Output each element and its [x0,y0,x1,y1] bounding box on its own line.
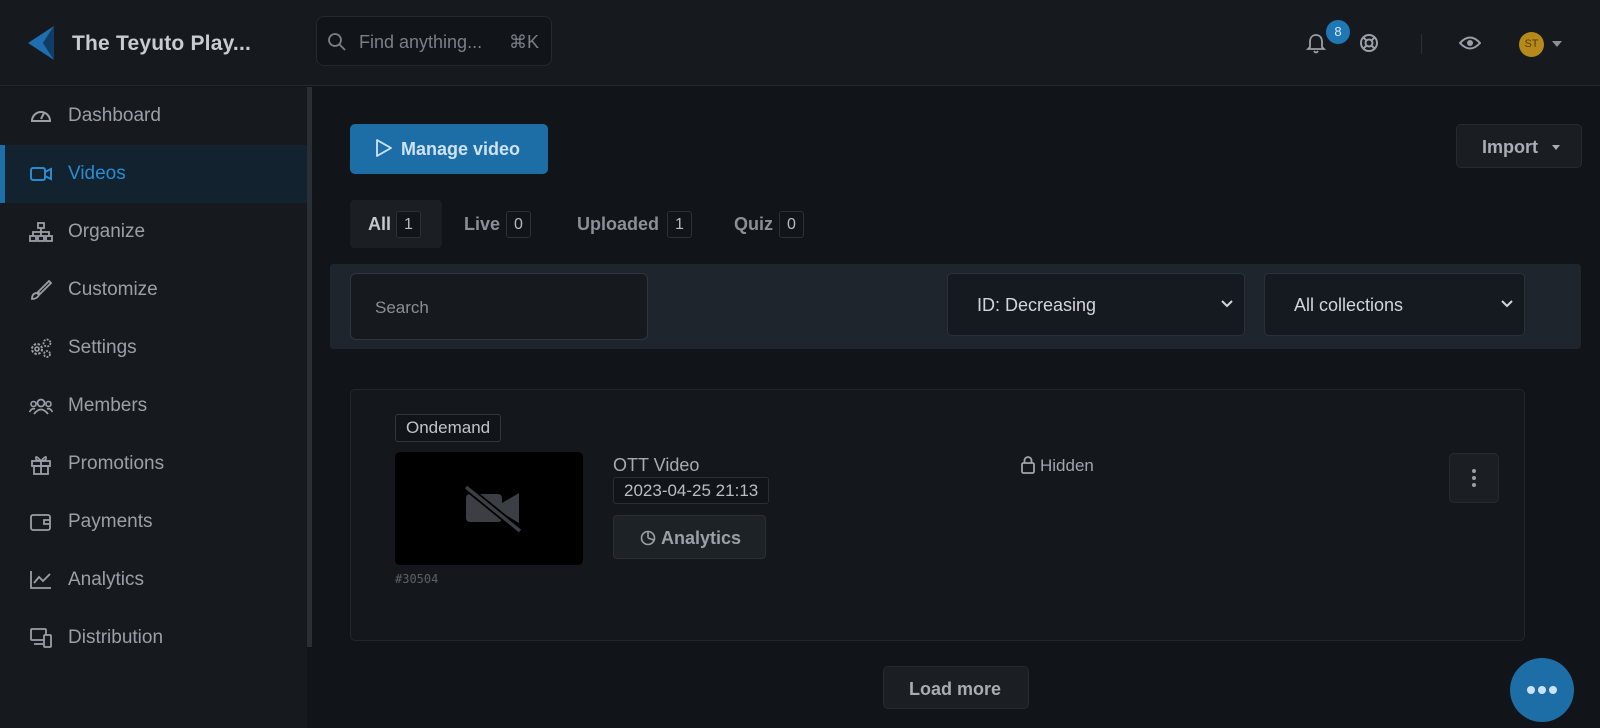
video-title[interactable]: OTT Video [613,455,699,476]
brand-name[interactable]: The Teyuto Play... [72,32,251,56]
sidebar-item-label: Payments [68,511,153,532]
brand-logo-icon[interactable] [26,24,56,62]
sidebar-item-payments[interactable]: Payments [0,493,307,551]
tab-count: 1 [667,211,692,238]
sidebar-item-settings[interactable]: Settings [0,319,307,377]
sidebar-item-analytics[interactable]: Analytics [0,551,307,609]
video-date: 2023-04-25 21:13 [613,477,770,504]
tab-label: Quiz [734,214,773,234]
video-id: #30504 [395,572,439,586]
lifebuoy-icon[interactable] [1359,33,1379,53]
sidebar-item-promotions[interactable]: Promotions [0,435,307,493]
search-icon [328,33,346,51]
sidebar-item-label: Customize [68,279,158,300]
sidebar-item-label: Members [68,395,148,416]
sidebar-item-dashboard[interactable]: Dashboard [0,87,307,145]
caret-down-icon [1552,145,1560,150]
tab-count: 1 [396,211,421,238]
chevron-down-icon [1501,300,1513,308]
brush-icon [31,279,53,300]
import-label: Import [1482,137,1538,157]
tab-label: Uploaded [577,214,660,234]
load-more-button[interactable]: Load more [883,666,1029,709]
top-bar: The Teyuto Play... Find anything... ⌘K 8… [0,0,1600,86]
avatar[interactable]: ST [1519,32,1544,57]
sidebar-item-label: Distribution [68,627,164,648]
search-shortcut: ⌘K [508,32,539,52]
manage-video-button[interactable]: Manage video [350,124,548,174]
tab-all[interactable]: All 1 [350,200,442,248]
global-search[interactable]: Find anything... ⌘K [316,16,552,66]
sidebar-item-label: Promotions [68,453,165,474]
sidebar-item-customize[interactable]: Customize [0,261,307,319]
chat-launcher-button[interactable] [1510,658,1574,722]
import-button[interactable]: Import [1456,124,1582,168]
chevron-down-icon[interactable] [1552,41,1562,47]
chevron-down-icon [1221,300,1233,308]
video-type-tag: Ondemand [395,414,502,442]
analytics-button[interactable]: Analytics [613,515,766,559]
play-icon [376,139,392,157]
gauge-icon [30,111,52,122]
tab-count: 0 [506,211,531,238]
notification-badge: 8 [1326,20,1350,44]
video-thumbnail[interactable] [395,452,583,565]
collection-value: All collections [1294,295,1404,315]
search-input[interactable]: Search [350,273,648,340]
sitemap-icon [29,222,53,242]
tab-live[interactable]: Live 0 [450,200,545,248]
tab-label: Live [464,214,501,234]
more-options-button[interactable] [1449,453,1499,503]
divider [1421,34,1422,54]
search-placeholder: Search [375,298,429,317]
manage-video-label: Manage video [401,139,521,159]
sidebar-item-label: Analytics [68,569,145,590]
sort-select[interactable]: ID: Decreasing [947,273,1245,336]
chat-bubble-icon [1527,686,1557,694]
devices-icon [30,628,52,648]
analytics-label: Analytics [661,528,742,548]
sidebar-item-label: Organize [68,221,146,242]
video-off-icon [463,484,523,534]
tab-count: 0 [779,211,804,238]
kebab-menu-icon [1472,469,1476,487]
sidebar-item-label: Settings [68,337,137,358]
video-camera-icon [30,167,52,181]
gears-icon [31,338,52,358]
eye-icon[interactable] [1459,35,1481,51]
bell-icon[interactable] [1306,33,1326,55]
tab-uploaded[interactable]: Uploaded 1 [562,200,702,248]
users-icon [29,398,53,415]
tab-label: All [368,214,392,234]
pie-chart-icon [640,530,656,546]
sort-value: ID: Decreasing [977,295,1097,315]
search-placeholder: Find anything... [359,32,483,52]
sidebar: Dashboard Videos Organize Customize Sett… [0,87,307,728]
sidebar-item-members[interactable]: Members [0,377,307,435]
sidebar-item-label: Videos [68,163,126,184]
collection-select[interactable]: All collections [1264,273,1525,336]
gift-icon [31,456,51,475]
sidebar-item-videos[interactable]: Videos [0,145,307,203]
lock-icon [1021,456,1035,474]
load-more-label: Load more [909,679,1002,699]
sidebar-item-organize[interactable]: Organize [0,203,307,261]
tab-quiz[interactable]: Quiz 0 [720,200,820,248]
sidebar-item-distribution[interactable]: Distribution [0,609,307,667]
sidebar-item-label: Dashboard [68,105,161,126]
visibility-label: Hidden [1040,456,1094,475]
chart-line-icon [30,571,51,589]
wallet-icon [30,514,51,531]
